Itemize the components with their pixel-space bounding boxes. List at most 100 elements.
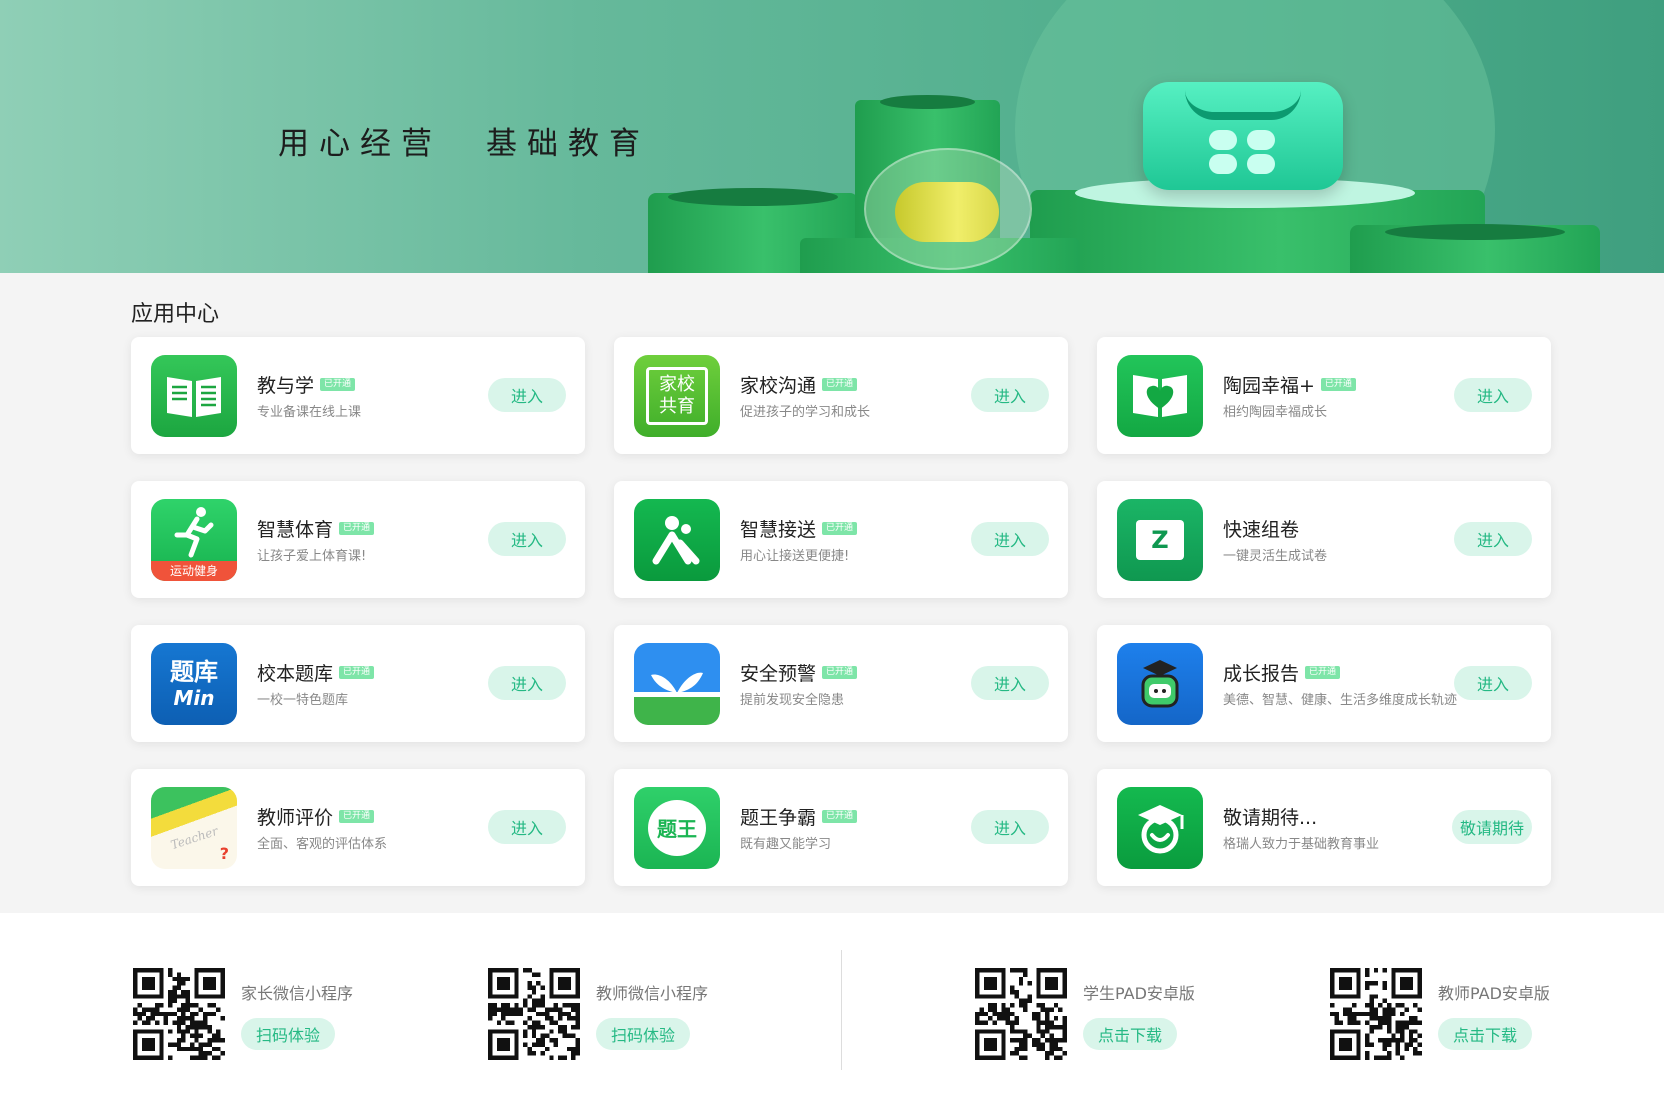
status-badge: 已开通	[339, 809, 375, 823]
banner-pillar-top	[880, 95, 975, 109]
section-title: 应用中心	[131, 302, 220, 327]
icon-text: 运动健身	[151, 560, 237, 581]
qr-code-icon[interactable]	[488, 968, 580, 1060]
app-name: 智慧接送	[740, 518, 817, 541]
app-card: 智慧接送 已开通 用心让接送更便捷! 进入	[614, 481, 1068, 598]
app-desc: 让孩子爱上体育课!	[257, 548, 367, 564]
enter-button[interactable]: 进入	[1454, 378, 1532, 412]
app-card: 教与学 已开通 专业备课在线上课 进入	[131, 337, 585, 454]
app-desc: 促进孩子的学习和成长	[740, 404, 871, 420]
qr-item: 教师微信小程序 扫码体验	[488, 968, 708, 1060]
question-mark-icon: ?	[219, 843, 229, 863]
qr-code-icon[interactable]	[1330, 968, 1422, 1060]
enter-button[interactable]: 进入	[971, 522, 1049, 556]
qr-item: 学生PAD安卓版 点击下载	[975, 968, 1195, 1060]
qr-code-icon[interactable]	[133, 968, 225, 1060]
app-desc: 一校一特色题库	[257, 692, 349, 708]
enter-button[interactable]: 进入	[488, 522, 566, 556]
icon-text: Z	[1136, 519, 1184, 560]
icon-text: 共育	[659, 395, 695, 417]
qr-item: 教师PAD安卓版 点击下载	[1330, 968, 1550, 1060]
app-desc: 用心让接送更便捷!	[740, 548, 850, 564]
enter-button[interactable]: 进入	[971, 378, 1049, 412]
app-card: 成长报告 已开通 美德、智慧、健康、生活多维度成长轨迹 进入	[1097, 625, 1551, 742]
app-card: 题王 题王争霸 已开通 既有趣又能学习 进入	[614, 769, 1068, 886]
app-name: 教与学	[257, 374, 315, 397]
app-name: 成长报告	[1223, 662, 1300, 685]
icon-text: 家校	[659, 373, 695, 395]
slogan-left: 用心经营	[278, 126, 442, 162]
enter-button[interactable]: 进入	[488, 378, 566, 412]
icon-text: Teacher	[168, 823, 220, 852]
banner-pillar-top	[668, 188, 838, 206]
app-card: 家校 共育 家校沟通 已开通 促进孩子的学习和成长 进入	[614, 337, 1068, 454]
app-name: 陶园幸福+	[1223, 374, 1315, 397]
footer-divider	[841, 950, 842, 1070]
qr-label: 学生PAD安卓版	[1083, 984, 1195, 1003]
icon-text: 题库	[170, 657, 218, 686]
hero-banner: 用心经营 基础教育	[0, 0, 1664, 273]
app-card: 题库 Min 校本题库 已开通 一校一特色题库 进入	[131, 625, 585, 742]
icon-text: 题王	[648, 799, 706, 856]
heart-book-icon	[1117, 354, 1203, 437]
enter-button[interactable]: 进入	[971, 666, 1049, 700]
app-desc: 既有趣又能学习	[740, 836, 832, 852]
app-desc: 专业备课在线上课	[257, 404, 362, 420]
teacher-note-icon: Teacher ?	[151, 786, 237, 869]
app-name: 题王争霸	[740, 806, 817, 829]
status-badge: 已开通	[339, 665, 375, 679]
coming-soon-button[interactable]: 敬请期待	[1451, 810, 1532, 844]
enter-button[interactable]: 进入	[971, 810, 1049, 844]
app-desc: 格瑞人致力于基础教育事业	[1223, 836, 1380, 852]
pickup-people-icon	[634, 498, 720, 581]
app-desc: 相约陶园幸福成长	[1223, 404, 1328, 420]
scan-button[interactable]: 扫码体验	[241, 1018, 335, 1050]
sprout-icon	[634, 642, 720, 725]
app-name: 家校沟通	[740, 374, 817, 397]
app-name: 校本题库	[257, 662, 334, 685]
enter-button[interactable]: 进入	[488, 810, 566, 844]
enter-button[interactable]: 进入	[1454, 522, 1532, 556]
enter-button[interactable]: 进入	[1454, 666, 1532, 700]
app-name: 安全预警	[740, 662, 817, 685]
running-man-icon: 运动健身	[151, 498, 237, 581]
banner-pillar-top	[1385, 224, 1565, 240]
question-bank-icon: 题库 Min	[151, 642, 237, 725]
home-school-icon: 家校 共育	[634, 354, 720, 437]
download-button[interactable]: 点击下载	[1083, 1018, 1177, 1050]
app-desc: 美德、智慧、健康、生活多维度成长轨迹	[1223, 692, 1458, 708]
scan-button[interactable]: 扫码体验	[596, 1018, 690, 1050]
slogan-right: 基础教育	[486, 126, 650, 162]
qr-code-icon[interactable]	[975, 968, 1067, 1060]
app-name: 快速组卷	[1223, 518, 1300, 541]
graduation-cap-smile-icon	[1117, 786, 1203, 869]
status-badge: 已开通	[320, 377, 356, 391]
app-card: 运动健身 智慧体育 已开通 让孩子爱上体育课! 进入	[131, 481, 585, 598]
banner-app-cube-icon	[1143, 82, 1343, 190]
app-card: Z 快速组卷 一键灵活生成试卷 进入	[1097, 481, 1551, 598]
app-desc: 提前发现安全隐患	[740, 692, 845, 708]
banner-slogan: 用心经营 基础教育	[278, 118, 694, 163]
banner-yellow-capsule	[895, 182, 999, 242]
status-badge: 已开通	[1320, 377, 1356, 391]
apple-king-icon: 题王	[634, 786, 720, 869]
status-badge: 已开通	[339, 521, 375, 535]
open-book-icon	[151, 354, 237, 437]
exam-paper-icon: Z	[1117, 498, 1203, 581]
qr-label: 教师微信小程序	[596, 984, 709, 1003]
icon-text: Min	[173, 685, 215, 710]
app-card: 陶园幸福+ 已开通 相约陶园幸福成长 进入	[1097, 337, 1551, 454]
download-button[interactable]: 点击下载	[1438, 1018, 1532, 1050]
qr-label: 家长微信小程序	[241, 984, 354, 1003]
app-name: 敬请期待...	[1223, 806, 1318, 829]
status-badge: 已开通	[822, 809, 858, 823]
app-card: Teacher ? 教师评价 已开通 全面、客观的评估体系 进入	[131, 769, 585, 886]
qr-label: 教师PAD安卓版	[1438, 984, 1550, 1003]
app-name: 智慧体育	[257, 518, 334, 541]
status-badge: 已开通	[1305, 665, 1341, 679]
qr-item: 家长微信小程序 扫码体验	[133, 968, 353, 1060]
app-grid: 教与学 已开通 专业备课在线上课 进入 家校 共育 家校沟通 已开通 促进孩子的学习…	[131, 337, 1553, 886]
enter-button[interactable]: 进入	[488, 666, 566, 700]
status-badge: 已开通	[822, 665, 858, 679]
status-badge: 已开通	[822, 521, 858, 535]
